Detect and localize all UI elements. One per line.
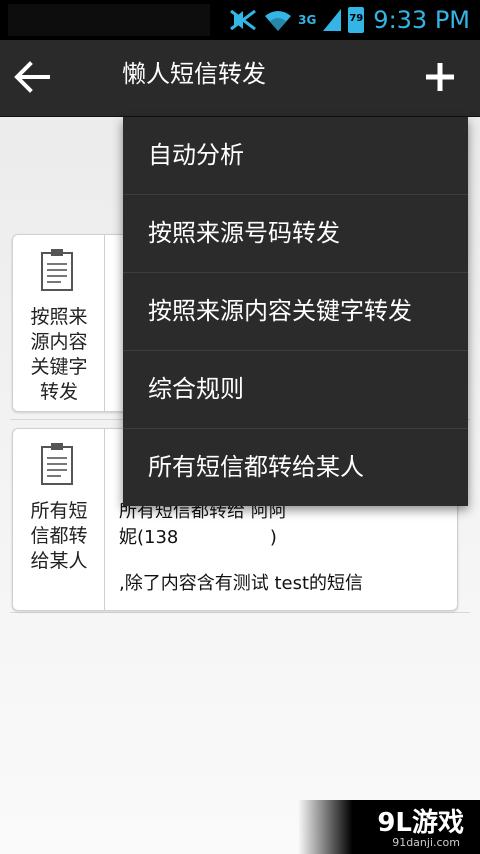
rule-label-line: 转发 [39,381,78,403]
mute-icon [230,9,256,31]
menu-item-forward-by-number[interactable]: 按照来源号码转发 [123,195,468,273]
menu-item-auto-analyze[interactable]: 自动分析 [123,117,468,195]
clipboard-icon [41,443,73,485]
rule-label-line: 给某人 [30,550,88,572]
rule-label-line: 关键字 [30,356,88,378]
back-arrow-icon[interactable] [12,57,52,97]
watermark-logo: 9L游戏 [377,808,464,838]
rule-card-header: 所有短 信都转 给某人 [13,429,105,610]
rule-label-line: 信都转 [30,525,88,547]
signal-icon [323,9,342,31]
rule-card-header: 按照来 源内容 关键字 转发 [13,235,105,411]
rule-label-line: 按照来 [30,306,88,328]
rule-text-line: 妮(138 ) [119,527,277,548]
menu-item-forward-by-keyword[interactable]: 按照来源内容关键字转发 [123,273,468,351]
rule-label: 所有短 信都转 给某人 [21,499,97,574]
battery-level: 79 [349,13,364,24]
clipboard-icon [41,249,73,291]
rule-description: 所有短信都转给 阿阿 妮(138 ) ,除了内容含有测试 test的短信 [119,499,363,597]
rule-label-line: 源内容 [30,331,88,353]
network-type: 3G [298,13,317,27]
plus-icon[interactable] [424,61,456,93]
action-bar: 懒人短信转发 [0,40,480,117]
status-icons: 3G 79 9:33 PM [228,2,470,38]
status-bar: 3G 79 9:33 PM [0,0,480,40]
menu-item-forward-all[interactable]: 所有短信都转给某人 [123,429,468,507]
clock: 9:33 PM [373,6,470,34]
app-title: 懒人短信转发 [122,60,266,88]
notification-area [8,4,210,36]
watermark: 9L游戏 91danji.com [298,800,480,854]
overflow-menu: 自动分析 按照来源号码转发 按照来源内容关键字转发 综合规则 所有短信都转给某人 [123,117,468,506]
wifi-icon [265,11,292,31]
rule-text-line: ,除了内容含有测试 test的短信 [119,573,364,594]
battery-icon: 79 [348,7,365,33]
rule-label-line: 所有短 [30,500,88,522]
menu-item-combined-rules[interactable]: 综合规则 [123,351,468,429]
rule-text-line [119,551,363,571]
rule-label: 按照来 源内容 关键字 转发 [21,305,97,405]
watermark-url: 91danji.com [392,836,460,849]
